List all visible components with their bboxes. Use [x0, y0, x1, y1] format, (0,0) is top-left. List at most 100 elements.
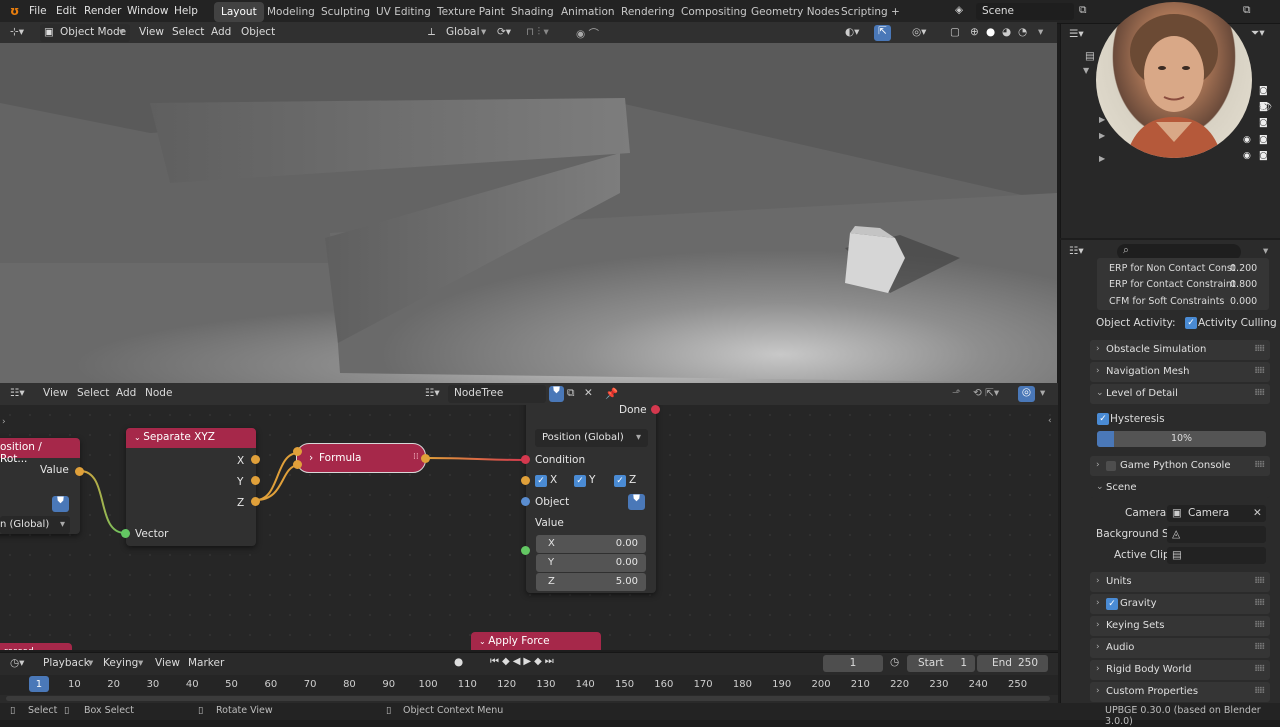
- value-z-field[interactable]: Z 5.00: [536, 573, 646, 591]
- new-scene-icon[interactable]: ⧉: [1079, 4, 1087, 17]
- pin-icon[interactable]: 📌: [605, 387, 618, 400]
- node-editor-canvas[interactable]: osition / Rot... Value ⛊ n (Global) ▾ ⌄ …: [0, 405, 1058, 650]
- object-input-socket[interactable]: [521, 497, 530, 506]
- snap-icon[interactable]: ⊓ ⫶ ▾: [526, 26, 549, 39]
- hysteresis-checkbox[interactable]: ✓: [1097, 413, 1109, 425]
- tab-texture-paint[interactable]: Texture Paint: [430, 2, 512, 22]
- tab-layout[interactable]: Layout: [214, 2, 264, 22]
- start-frame-field[interactable]: Start 1: [907, 655, 975, 672]
- object-picker-icon[interactable]: ⛊: [52, 496, 69, 512]
- expand-arrow-icon[interactable]: ▼: [1083, 66, 1089, 75]
- tab-modeling[interactable]: Modeling: [260, 2, 322, 22]
- menu-window[interactable]: Window: [127, 5, 168, 17]
- tab-geometry-nodes[interactable]: Geometry Nodes: [744, 2, 847, 22]
- 3d-viewport[interactable]: [0, 43, 1057, 383]
- activity-culling-checkbox[interactable]: ✓: [1185, 317, 1197, 329]
- menu-help[interactable]: Help: [174, 5, 198, 17]
- transform-orientation-dropdown[interactable]: Global: [446, 26, 480, 38]
- scene-selector[interactable]: Scene: [976, 3, 1074, 20]
- node-tree-type-icon[interactable]: ☷▾: [425, 387, 440, 399]
- camera-visibility-icon[interactable]: ◙: [1259, 102, 1268, 112]
- visibility-eye-icon[interactable]: ◉: [1243, 151, 1251, 161]
- camera-visibility-icon[interactable]: ◙: [1259, 86, 1268, 96]
- editor-type-icon[interactable]: ☷▾: [10, 387, 25, 399]
- overlay-icon[interactable]: ◎▾: [912, 26, 926, 38]
- transform-orientation-icon[interactable]: ⟂: [428, 26, 435, 39]
- x-checkbox[interactable]: ✓: [535, 475, 547, 487]
- visibility-icon[interactable]: ◐▾: [845, 26, 859, 38]
- clock-icon[interactable]: ◷▾: [10, 657, 24, 669]
- formula-output-socket[interactable]: [421, 454, 430, 463]
- expand-arrow-icon[interactable]: ▶: [1099, 154, 1105, 163]
- value-x-field[interactable]: X 0.00: [536, 535, 646, 553]
- chevron-down-icon[interactable]: ▾: [1038, 26, 1043, 38]
- timeline-panel[interactable]: ◷▾ Playback ▾ Keying ▾ View Marker ● ⏮◆◀…: [0, 652, 1058, 704]
- visibility-eye-icon[interactable]: ◉: [1243, 135, 1251, 145]
- active-clip-field[interactable]: ▤: [1167, 547, 1266, 564]
- panel-audio[interactable]: › Audio ⁝⁝⁝⁝: [1090, 638, 1270, 658]
- timeline-view-menu[interactable]: View: [155, 657, 180, 669]
- node-node-menu[interactable]: Node: [145, 387, 172, 399]
- tab-sculpting[interactable]: Sculpting: [314, 2, 377, 22]
- node-apply-force[interactable]: ⌄ Apply Force: [471, 632, 601, 650]
- y-output-socket[interactable]: [251, 476, 260, 485]
- panel-obstacle-simulation[interactable]: › Obstacle Simulation ⁝⁝⁝⁝: [1090, 340, 1270, 360]
- editor-type-icon[interactable]: ☷▾: [1069, 245, 1084, 257]
- erp-noncontact-value[interactable]: 0.200: [1230, 263, 1257, 274]
- viewport-view-menu[interactable]: View: [139, 26, 164, 38]
- playback-menu[interactable]: Playback: [43, 657, 90, 669]
- panel-keying-sets[interactable]: › Keying Sets ⁝⁝⁝⁝: [1090, 616, 1270, 636]
- fake-user-icon[interactable]: ⛊: [549, 386, 564, 402]
- duplicate-icon[interactable]: ⧉: [567, 387, 575, 400]
- proportional-edit-icon[interactable]: ◉ ⌒: [576, 26, 599, 41]
- shading-material-icon[interactable]: ◕: [1002, 26, 1011, 38]
- camera-visibility-icon[interactable]: ◙: [1259, 135, 1268, 145]
- panel-game-python-console[interactable]: › Game Python Console ⁝⁝⁝⁝: [1090, 456, 1270, 476]
- record-icon[interactable]: ●: [454, 656, 463, 668]
- hysteresis-slider[interactable]: 10%: [1097, 431, 1266, 447]
- node-view-menu[interactable]: View: [43, 387, 68, 399]
- current-frame-field[interactable]: 1: [823, 655, 883, 672]
- axis-input-socket[interactable]: [521, 476, 530, 485]
- tab-shading[interactable]: Shading: [504, 2, 561, 22]
- panel-scene[interactable]: ⌄ Scene: [1090, 478, 1270, 498]
- camera-visibility-icon[interactable]: ◙: [1259, 118, 1268, 128]
- panel-rigid-body-world[interactable]: › Rigid Body World ⁝⁝⁝⁝: [1090, 660, 1270, 680]
- tab-rendering[interactable]: Rendering: [614, 2, 682, 22]
- marker-menu[interactable]: Marker: [188, 657, 224, 669]
- gizmo-toggle-icon[interactable]: ⇱: [874, 25, 891, 41]
- menu-file[interactable]: File: [29, 5, 47, 17]
- playback-controls-icon[interactable]: ⏮◆◀▶◆⏭: [490, 656, 557, 667]
- cfm-value[interactable]: 0.000: [1230, 296, 1257, 307]
- chevron-down-icon[interactable]: ▾: [1263, 245, 1268, 257]
- background-scene-field[interactable]: ◬: [1167, 526, 1266, 543]
- space-dropdown[interactable]: n (Global) ▾: [0, 516, 70, 534]
- expand-arrow-icon[interactable]: ▶: [1099, 131, 1105, 140]
- panel-navigation-mesh[interactable]: › Navigation Mesh ⁝⁝⁝⁝: [1090, 362, 1270, 382]
- value-y-field[interactable]: Y 0.00: [536, 554, 646, 572]
- node-select-menu[interactable]: Select: [77, 387, 109, 399]
- y-checkbox[interactable]: ✓: [574, 475, 586, 487]
- overlay-toggle-icon[interactable]: ◎: [1018, 386, 1035, 402]
- scene-icon[interactable]: ◈: [955, 4, 963, 16]
- parent-node-tree-icon[interactable]: ⬏: [952, 387, 961, 399]
- value-output-socket[interactable]: [75, 467, 84, 476]
- editor-type-icon[interactable]: ⊹▾: [10, 26, 24, 38]
- panel-gravity[interactable]: › ✓ Gravity ⁝⁝⁝⁝: [1090, 594, 1270, 614]
- new-window-icon[interactable]: ⧉: [1243, 4, 1251, 17]
- object-picker-icon[interactable]: ⛊: [628, 494, 645, 510]
- menu-edit[interactable]: Edit: [56, 5, 76, 17]
- backdrop-icon[interactable]: ⟲ ⇱▾: [973, 387, 999, 399]
- keying-menu[interactable]: Keying: [103, 657, 138, 669]
- node-partial[interactable]: ressed: [0, 643, 72, 650]
- node-position-rotation[interactable]: osition / Rot... Value ⛊ n (Global) ▾: [0, 438, 80, 534]
- x-output-socket[interactable]: [251, 455, 260, 464]
- stopwatch-icon[interactable]: ◷: [890, 656, 899, 668]
- panel-units[interactable]: › Units ⁝⁝⁝⁝: [1090, 572, 1270, 592]
- viewport-select-menu[interactable]: Select: [172, 26, 204, 38]
- close-icon[interactable]: ✕: [584, 387, 593, 399]
- end-frame-field[interactable]: End 250: [977, 655, 1048, 672]
- panel-custom-properties[interactable]: › Custom Properties ⁝⁝⁝⁝: [1090, 682, 1270, 702]
- done-output-socket[interactable]: [651, 405, 660, 414]
- tab-compositing[interactable]: Compositing: [674, 2, 754, 22]
